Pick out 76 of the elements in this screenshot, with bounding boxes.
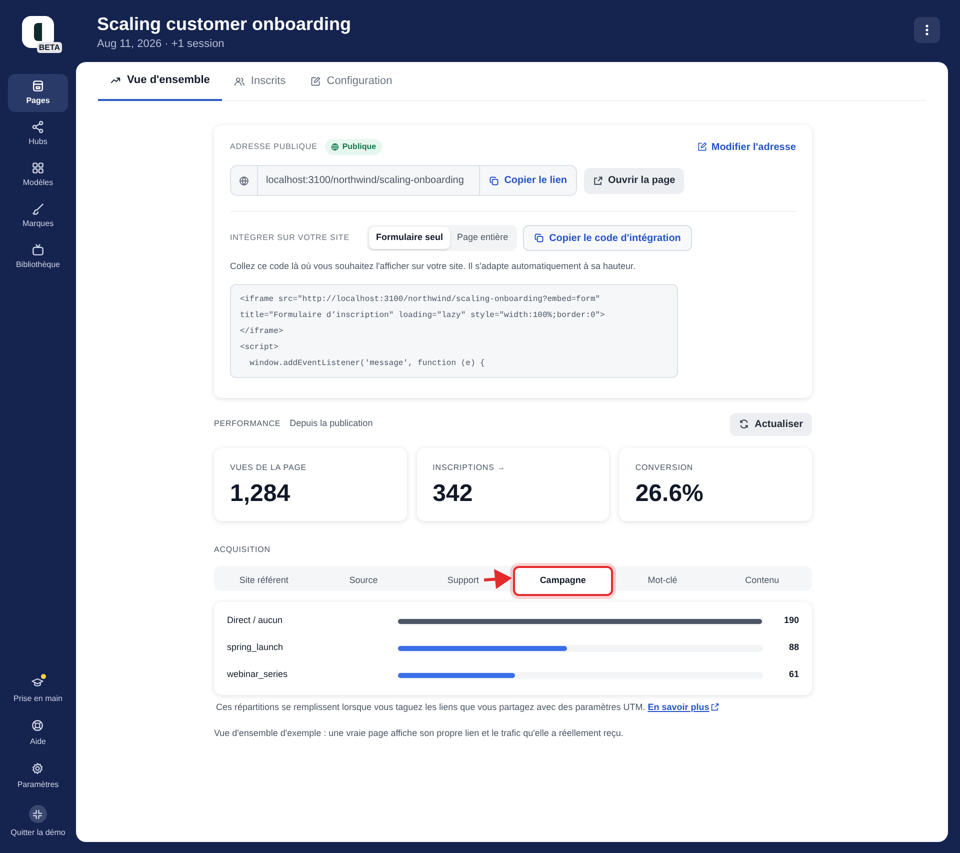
- help-icon: [31, 719, 44, 732]
- sidebar-item[interactable]: Prise en main: [14, 676, 62, 705]
- tab[interactable]: Configuration: [298, 62, 404, 101]
- copy-icon: [489, 176, 500, 186]
- section-label: INTÉGRER SUR VOTRE SITE: [230, 232, 350, 244]
- edit-icon: [697, 142, 708, 152]
- sidebar-item[interactable]: Pages: [8, 74, 68, 112]
- copy-icon: [534, 233, 544, 243]
- stat-label: CONVERSION: [635, 462, 694, 474]
- sidebar-item[interactable]: Quitter la démo: [10, 805, 66, 839]
- stat-label: INSCRIPTIONS →: [432, 462, 506, 474]
- stat-label: VUES DE LA PAGE: [230, 462, 308, 474]
- stat-value: 1,284: [230, 480, 292, 508]
- breakdown-label: Direct / aucun: [227, 614, 284, 628]
- tv-icon: [31, 243, 45, 257]
- breakdown-value: 190: [782, 614, 799, 628]
- brush-icon: [31, 202, 45, 216]
- dimension-tab[interactable]: Source: [345, 570, 382, 592]
- settings-icon: [31, 762, 44, 775]
- graduation-cap-icon: [31, 676, 44, 689]
- page-subtitle: Aug 11, 2026 · +1 session: [97, 37, 226, 52]
- status-badge: Publique: [325, 139, 382, 155]
- external-link-icon: [711, 703, 720, 712]
- breakdown-value: 88: [788, 641, 799, 654]
- refresh-button[interactable]: Actualiser: [730, 412, 812, 436]
- copy-link-button[interactable]: Copier le lien: [480, 173, 576, 188]
- section-label: ADRESSE PUBLIQUE: [230, 141, 318, 153]
- edit-address-link[interactable]: Modifier l'adresse: [697, 140, 796, 154]
- stat-value: 26.6%: [635, 480, 704, 508]
- globe-icon: [331, 143, 340, 151]
- dimension-tab[interactable]: Campagne: [512, 566, 613, 596]
- trend-icon: [110, 75, 121, 86]
- stat-value: 342: [432, 480, 474, 508]
- section-label: PERFORMANCE: [214, 418, 281, 430]
- open-page-button[interactable]: Ouvrir la page: [584, 168, 684, 194]
- tab[interactable]: Vue d'ensemble: [98, 62, 222, 101]
- edit-icon: [310, 76, 321, 87]
- learn-more-link[interactable]: En savoir plus: [648, 700, 720, 714]
- collapse-icon: [31, 808, 44, 820]
- section-label: ACQUISITION: [214, 544, 272, 556]
- users-icon: [234, 76, 245, 87]
- beta-badge: BETA: [36, 42, 62, 53]
- more-icon: [925, 24, 929, 36]
- dimension-tab[interactable]: Mot-clé: [644, 570, 682, 592]
- external-link-icon: [593, 176, 603, 186]
- dimension-tab[interactable]: Support: [443, 570, 483, 592]
- sidebar-item[interactable]: Marques: [8, 197, 68, 235]
- embed-hint: Collez ce code là où vous souhaitez l'afficher sur votre site. Il s'adapte automatiquement à sa hauteur.: [230, 260, 637, 273]
- sidebar-item[interactable]: Paramètres: [17, 762, 59, 791]
- sidebar-item[interactable]: Aide: [30, 719, 46, 748]
- period-label: Depuis la publication: [290, 417, 373, 430]
- page-icon: [31, 79, 45, 93]
- sidebar-item[interactable]: Modèles: [8, 156, 68, 194]
- share-icon: [31, 120, 45, 134]
- url-field[interactable]: localhost:3100/northwind/scaling-onboarding Copier le lien: [230, 165, 577, 196]
- dimension-tab[interactable]: Site référent: [235, 570, 292, 592]
- more-button[interactable]: [914, 17, 940, 43]
- globe-icon: [239, 176, 249, 186]
- copy-embed-code-button[interactable]: Copier le code d'intégration: [523, 225, 692, 251]
- mode-option[interactable]: Page entière: [450, 227, 516, 249]
- url-input[interactable]: localhost:3100/northwind/scaling-onboarding: [258, 166, 480, 195]
- grid-icon: [31, 161, 45, 175]
- sample-note: Vue d'ensemble d'exemple : une vraie page affiche son propre lien et le trafic qu'elle a réellement reçu.: [214, 727, 624, 740]
- mode-option[interactable]: Formulaire seul: [369, 227, 450, 249]
- breakdown-label: spring_launch: [227, 641, 284, 654]
- utm-note: Ces répartitions se remplissent lorsque vous taguez les liens que vous partagez avec des paramètres UTM.: [216, 702, 646, 712]
- breakdown-label: webinar_series: [227, 668, 289, 682]
- refresh-icon: [738, 419, 749, 429]
- sidebar-item[interactable]: Bibliothèque: [8, 238, 68, 276]
- page-title: Scaling customer onboarding: [97, 13, 352, 36]
- tab[interactable]: Inscrits: [222, 62, 298, 101]
- dimension-tab[interactable]: Contenu: [741, 570, 784, 592]
- sidebar-item[interactable]: Hubs: [8, 115, 68, 153]
- annotation-arrow: [484, 566, 512, 590]
- embed-code-block: <iframe src="http://localhost:3100/northwind/scaling-onboarding?embed=form" title="Formulaire d’inscription" loading="lazy" style="width:100%;border:0"> </iframe> <script> window.addEventListener('message', function (e) {: [230, 284, 678, 378]
- breakdown-value: 61: [788, 668, 799, 682]
